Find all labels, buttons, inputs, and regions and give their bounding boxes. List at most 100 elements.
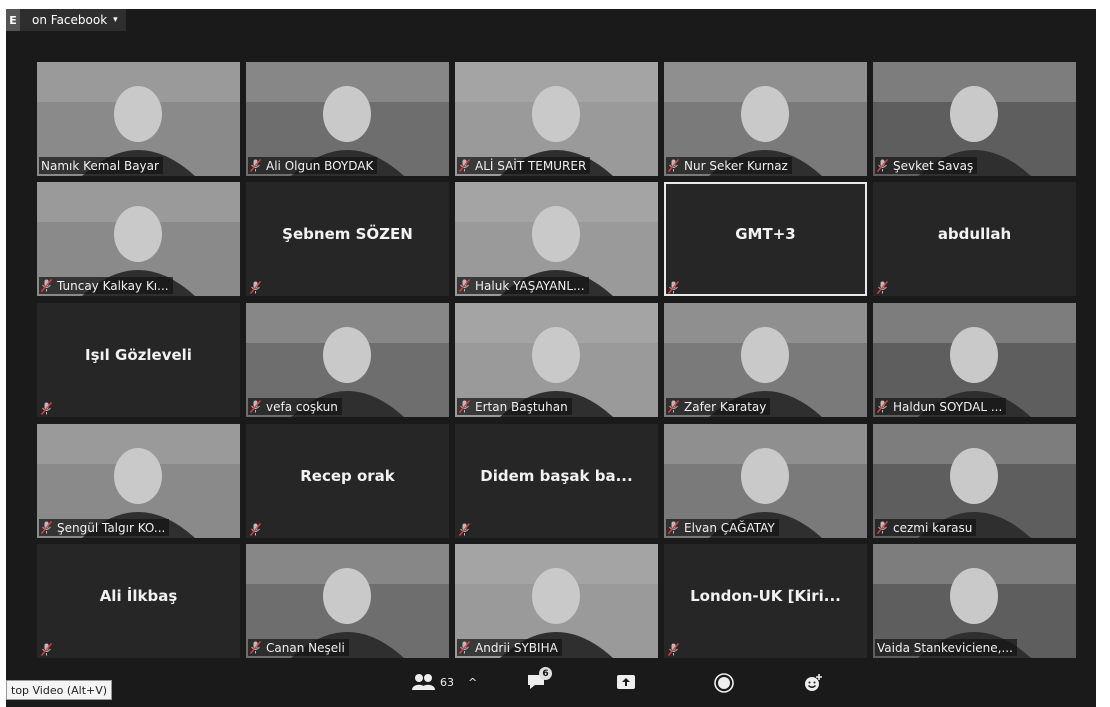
participant-name: GMT+3 [735,225,796,243]
participant-tile[interactable]: Canan Neşeli [246,544,449,658]
participant-name: Haldun SOYDAL ... [893,399,1003,414]
participant-tile[interactable]: Ali İlkbaş [37,544,240,658]
participant-name: Andrii SYBIHA [475,640,558,655]
participant-tile[interactable]: Didem başak ba... [455,424,658,538]
muted-mic-icon [876,400,889,413]
participant-name-label: vefa coşkun [248,398,342,415]
participants-button[interactable]: 63 ^ [411,673,477,691]
muted-mic-icon [667,521,680,534]
muted-mic-icon [249,159,262,172]
participant-name-label: Nur Seker Kurnaz [666,157,792,174]
participant-name: Şebnem SÖZEN [282,225,413,243]
participant-name: cezmi karasu [893,520,973,535]
participant-name: Vaida Stankeviciene,... [877,640,1013,655]
participant-name: Şevket Savaş [893,158,974,173]
muted-mic-icon [40,521,53,534]
live-stream-label: on Facebook [32,13,108,27]
participant-tile[interactable]: London-UK [Kiri... [664,544,867,658]
participant-name-label: Vaida Stankeviciene,... [875,639,1017,656]
chevron-down-icon[interactable]: ▾ [113,15,126,25]
reactions-button[interactable] [803,673,823,693]
participant-tile[interactable]: Ertan Baştuhan [455,303,658,417]
participant-tile[interactable]: Andrii SYBIHA [455,544,658,658]
participant-name: Canan Neşeli [266,640,345,655]
participant-name: Ali Olgun BOYDAK [266,158,374,173]
participant-name-label: Canan Neşeli [248,639,349,656]
participant-tile[interactable]: Şengül Talgır KO... [37,424,240,538]
participants-icon [412,674,435,690]
participant-name-label: Şevket Savaş [875,157,978,174]
participant-tile[interactable]: Namık Kemal Bayar [37,62,240,176]
participant-name-label: Ali Olgun BOYDAK [248,157,378,174]
record-icon [714,673,734,693]
participant-tile[interactable]: ALİ SAİT TEMURER [455,62,658,176]
participant-tile[interactable]: abdullah [873,182,1076,296]
muted-mic-icon [876,279,889,294]
participant-name-label: Haluk YAŞAYANL... [457,277,589,294]
muted-mic-icon [458,641,471,654]
participant-tile[interactable]: vefa coşkun [246,303,449,417]
participant-name: vefa coşkun [266,399,338,414]
participant-tile[interactable]: Recep orak [246,424,449,538]
participant-name: Elvan ÇAĞATAY [684,520,775,535]
participant-tile[interactable]: cezmi karasu [873,424,1076,538]
reactions-icon [805,674,822,691]
participant-name: Didem başak ba... [480,467,633,485]
muted-mic-icon [40,400,53,415]
participant-name-label: Zafer Karatay [666,398,771,415]
muted-mic-icon [249,641,262,654]
participant-name: Namık Kemal Bayar [41,158,159,173]
participant-name: Tuncay Kalkay Kı... [57,278,169,293]
participant-name: ALİ SAİT TEMURER [475,158,587,173]
participants-count: 63 [440,675,454,689]
participant-tile[interactable]: Vaida Stankeviciene,... [873,544,1076,658]
participant-name: Şengül Talgır KO... [57,520,166,535]
participant-name-label: cezmi karasu [875,519,977,536]
muted-mic-icon [667,279,680,294]
participant-tile[interactable]: GMT+3 [664,182,867,296]
participant-name: Ali İlkbaş [99,587,178,605]
participant-name: Ertan Baştuhan [475,399,568,414]
muted-mic-icon [249,521,262,536]
participant-tile[interactable]: Haluk YAŞAYANL... [455,182,658,296]
participant-name: Haluk YAŞAYANL... [475,278,585,293]
muted-mic-icon [667,641,680,656]
participant-tile[interactable]: Şebnem SÖZEN [246,182,449,296]
participant-tile[interactable]: Haldun SOYDAL ... [873,303,1076,417]
participant-tile[interactable]: Tuncay Kalkay Kı... [37,182,240,296]
muted-mic-icon [458,400,471,413]
live-stream-badge[interactable]: E on Facebook ▾ [6,9,126,31]
participant-tile[interactable]: Elvan ÇAĞATAY [664,424,867,538]
participant-name: Nur Seker Kurnaz [684,158,788,173]
participant-name-label: Ertan Baştuhan [457,398,572,415]
participants-caret[interactable]: ^ [468,676,477,689]
participant-name-label: Elvan ÇAĞATAY [666,519,779,536]
muted-mic-icon [876,159,889,172]
share-screen-icon [617,675,635,689]
muted-mic-icon [458,521,471,536]
muted-mic-icon [876,521,889,534]
participant-name-label: ALİ SAİT TEMURER [457,157,591,174]
record-button[interactable] [714,673,734,693]
muted-mic-icon [249,400,262,413]
participant-tile[interactable]: Zafer Karatay [664,303,867,417]
participant-tile[interactable]: Işıl Gözleveli [37,303,240,417]
participant-tile[interactable]: Nur Seker Kurnaz [664,62,867,176]
muted-mic-icon [458,279,471,292]
participant-tile[interactable]: Şevket Savaş [873,62,1076,176]
participant-name-label: Tuncay Kalkay Kı... [39,277,173,294]
participant-name-label: Haldun SOYDAL ... [875,398,1007,415]
participant-name-label: Andrii SYBIHA [457,639,562,656]
participant-name: Işıl Gözleveli [85,346,192,364]
muted-mic-icon [40,279,53,292]
muted-mic-icon [458,159,471,172]
participant-tile[interactable]: Ali Olgun BOYDAK [246,62,449,176]
participant-name: London-UK [Kiri... [690,587,841,605]
participant-name: Zafer Karatay [684,399,767,414]
muted-mic-icon [249,279,262,294]
participant-name-label: Şengül Talgır KO... [39,519,170,536]
share-screen-button[interactable] [616,673,636,691]
chat-button[interactable]: 6 [526,667,552,691]
meeting-window: E on Facebook ▾ Namık Kemal Bayar Ali Olg… [6,9,1096,707]
muted-mic-icon [40,641,53,656]
